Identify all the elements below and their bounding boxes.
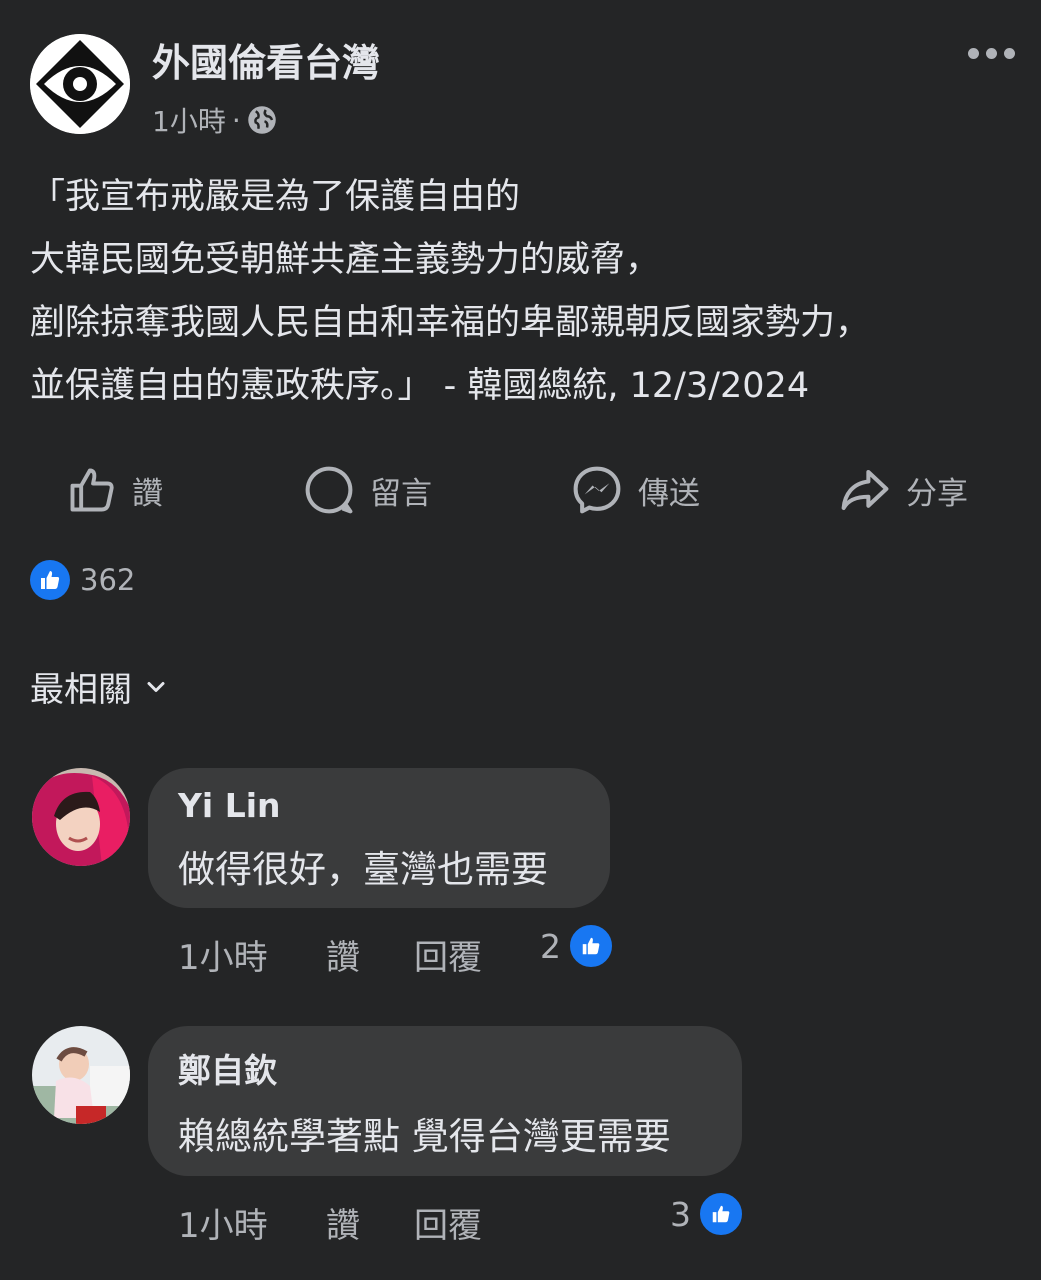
more-dot: [967, 47, 979, 59]
comment-label: 留言: [370, 475, 432, 512]
share-button[interactable]: 分享: [838, 460, 968, 520]
sort-label: 最相關: [30, 670, 132, 710]
comment-time[interactable]: 1小時: [178, 1198, 326, 1247]
send-button[interactable]: 傳送: [570, 460, 700, 520]
comment-reaction-count: 2: [540, 926, 561, 966]
share-label: 分享: [906, 475, 968, 512]
like-reaction-icon: [30, 560, 70, 600]
thumbs-up-white-icon: [582, 937, 600, 955]
chevron-down-icon: [147, 681, 165, 692]
comment-reactions[interactable]: 3: [670, 1190, 745, 1238]
thumbs-up-white-icon: [712, 1205, 730, 1223]
post-text-line: 大韓民國免受朝鮮共產主義勢力的威脅，: [30, 240, 661, 280]
page-logo-icon: [30, 34, 130, 134]
more-dot: [985, 47, 997, 59]
comment-text: 做得很好，臺灣也需要: [178, 848, 548, 891]
comment-sort-dropdown[interactable]: 最相關: [30, 662, 168, 711]
share-arrow-icon: [841, 469, 889, 511]
like-reaction-icon: [567, 922, 615, 970]
comment-reactions[interactable]: 2: [540, 922, 615, 970]
avatar-photo-icon: [32, 1026, 130, 1124]
commenter-avatar[interactable]: [32, 1026, 130, 1124]
comment-time[interactable]: 1小時: [178, 930, 326, 979]
comment-text: 賴總統學著點 覺得台灣更需要: [178, 1115, 671, 1158]
comment-reply-button[interactable]: 回覆: [414, 930, 482, 979]
comment-bubble: 鄭自欽 賴總統學著點 覺得台灣更需要: [148, 1026, 742, 1176]
more-dot: [1003, 47, 1015, 59]
comment-bubble: Yi Lin 做得很好，臺灣也需要: [148, 768, 610, 908]
post-text-line: 剷除掠奪我國人民自由和幸福的卑鄙親朝反國家勢力，: [30, 303, 871, 343]
post-text: 「我宣布戒嚴是為了保護自由的 大韓民國免受朝鮮共產主義勢力的威脅， 剷除掠奪我國…: [30, 166, 1020, 418]
send-label: 傳送: [638, 475, 700, 512]
thumbs-up-white-icon: [41, 571, 60, 589]
comment-bubble-icon: [305, 466, 353, 514]
page-avatar[interactable]: [30, 34, 130, 134]
comment-button[interactable]: 留言: [302, 460, 432, 520]
post-meta: 1小時 ·: [152, 100, 277, 140]
comment-footer: 1小時 讚 回覆: [178, 1198, 482, 1247]
comment-reaction-count: 3: [670, 1194, 691, 1234]
avatar-photo-icon: [32, 768, 130, 866]
more-options-button[interactable]: [964, 38, 1018, 68]
like-label: 讚: [132, 475, 163, 512]
post-text-line: 並保護自由的憲政秩序。」 - 韓國總統, 12/3/2024: [30, 366, 810, 406]
commenter-avatar[interactable]: [32, 768, 130, 866]
post-time[interactable]: 1小時: [152, 100, 226, 140]
messenger-icon: [573, 466, 621, 514]
reaction-count: 362: [80, 563, 136, 597]
globe-icon: [247, 106, 276, 134]
like-button[interactable]: 讚: [66, 460, 163, 520]
comment-reply-button[interactable]: 回覆: [414, 1198, 482, 1247]
comment-footer: 1小時 讚 回覆: [178, 930, 482, 979]
page-name[interactable]: 外國倫看台灣: [152, 32, 380, 87]
comment-like-button[interactable]: 讚: [326, 1198, 414, 1247]
like-reaction-icon: [697, 1190, 745, 1238]
comment-author[interactable]: 鄭自欽: [178, 1044, 712, 1092]
post-text-line: 「我宣布戒嚴是為了保護自由的: [30, 177, 521, 217]
reaction-summary[interactable]: 362: [30, 560, 135, 600]
comment-author[interactable]: Yi Lin: [178, 786, 580, 825]
meta-separator: ·: [231, 103, 241, 137]
comment-like-button[interactable]: 讚: [326, 930, 414, 979]
thumbs-up-icon: [70, 468, 114, 512]
